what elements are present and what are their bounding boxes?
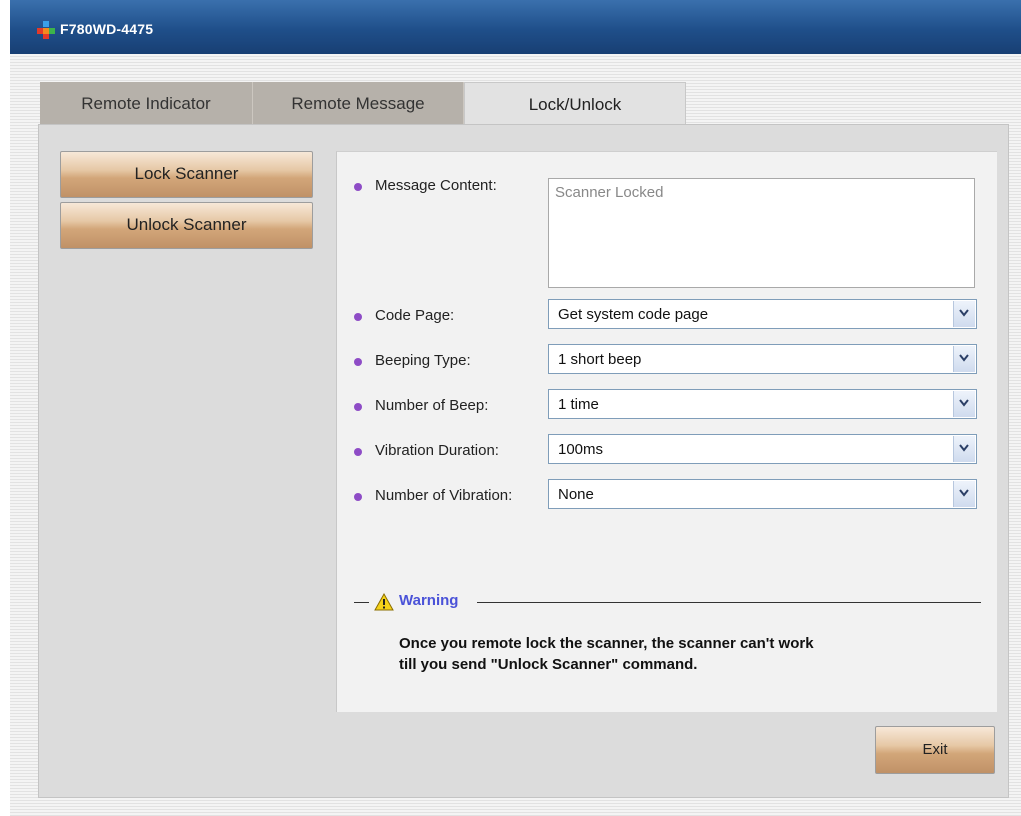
warning-title: Warning xyxy=(399,592,459,609)
number-of-vibration-select[interactable]: None xyxy=(548,479,977,509)
chevron-down-icon[interactable] xyxy=(953,391,975,417)
title-bar: F780WD-4475 xyxy=(10,0,1021,54)
chevron-down-icon[interactable] xyxy=(953,481,975,507)
chevron-down-icon[interactable] xyxy=(953,301,975,327)
tab-lock-unlock[interactable]: Lock/Unlock xyxy=(464,82,686,125)
beeping-type-value: 1 short beep xyxy=(558,351,642,368)
tab-remote-indicator[interactable]: Remote Indicator xyxy=(40,82,253,124)
beeping-type-select[interactable]: 1 short beep xyxy=(548,344,977,374)
bullet-icon xyxy=(354,403,362,411)
chevron-down-icon[interactable] xyxy=(953,346,975,372)
unlock-scanner-button[interactable]: Unlock Scanner xyxy=(60,202,313,249)
number-of-vibration-label: Number of Vibration: xyxy=(375,487,513,504)
vibration-duration-value: 100ms xyxy=(558,441,604,458)
number-of-beep-value: 1 time xyxy=(558,396,599,413)
vibration-duration-label: Vibration Duration: xyxy=(375,442,499,459)
settings-panel: Message Content: Scanner Locked Code Pag… xyxy=(336,151,997,712)
bullet-icon xyxy=(354,313,362,321)
number-of-beep-label: Number of Beep: xyxy=(375,397,489,414)
bullet-icon xyxy=(354,183,362,191)
app-icon xyxy=(37,21,55,39)
bullet-icon xyxy=(354,448,362,456)
code-page-label: Code Page: xyxy=(375,307,455,324)
message-content-input[interactable]: Scanner Locked xyxy=(548,178,975,288)
code-page-value: Get system code page xyxy=(558,306,709,323)
tab-content: Lock Scanner Unlock Scanner Message Cont… xyxy=(38,124,1009,798)
warning-text-line-2: till you send "Unlock Scanner" command. xyxy=(399,656,698,673)
warning-divider-right xyxy=(477,602,981,603)
exit-button[interactable]: Exit xyxy=(875,726,995,774)
number-of-vibration-value: None xyxy=(558,486,594,503)
window-title: F780WD-4475 xyxy=(60,21,154,37)
warning-triangle-icon xyxy=(374,593,394,611)
chevron-down-icon[interactable] xyxy=(953,436,975,462)
bullet-icon xyxy=(354,493,362,501)
bullet-icon xyxy=(354,358,362,366)
vibration-duration-select[interactable]: 100ms xyxy=(548,434,977,464)
tab-remote-message[interactable]: Remote Message xyxy=(253,82,464,124)
message-content-label: Message Content: xyxy=(375,177,497,194)
beeping-type-label: Beeping Type: xyxy=(375,352,471,369)
warning-divider-left xyxy=(354,602,369,603)
warning-text-line-1: Once you remote lock the scanner, the sc… xyxy=(399,635,814,652)
number-of-beep-select[interactable]: 1 time xyxy=(548,389,977,419)
lock-scanner-button[interactable]: Lock Scanner xyxy=(60,151,313,198)
code-page-select[interactable]: Get system code page xyxy=(548,299,977,329)
app-window: Remote Indicator Remote Message Lock/Unl… xyxy=(10,54,1021,816)
